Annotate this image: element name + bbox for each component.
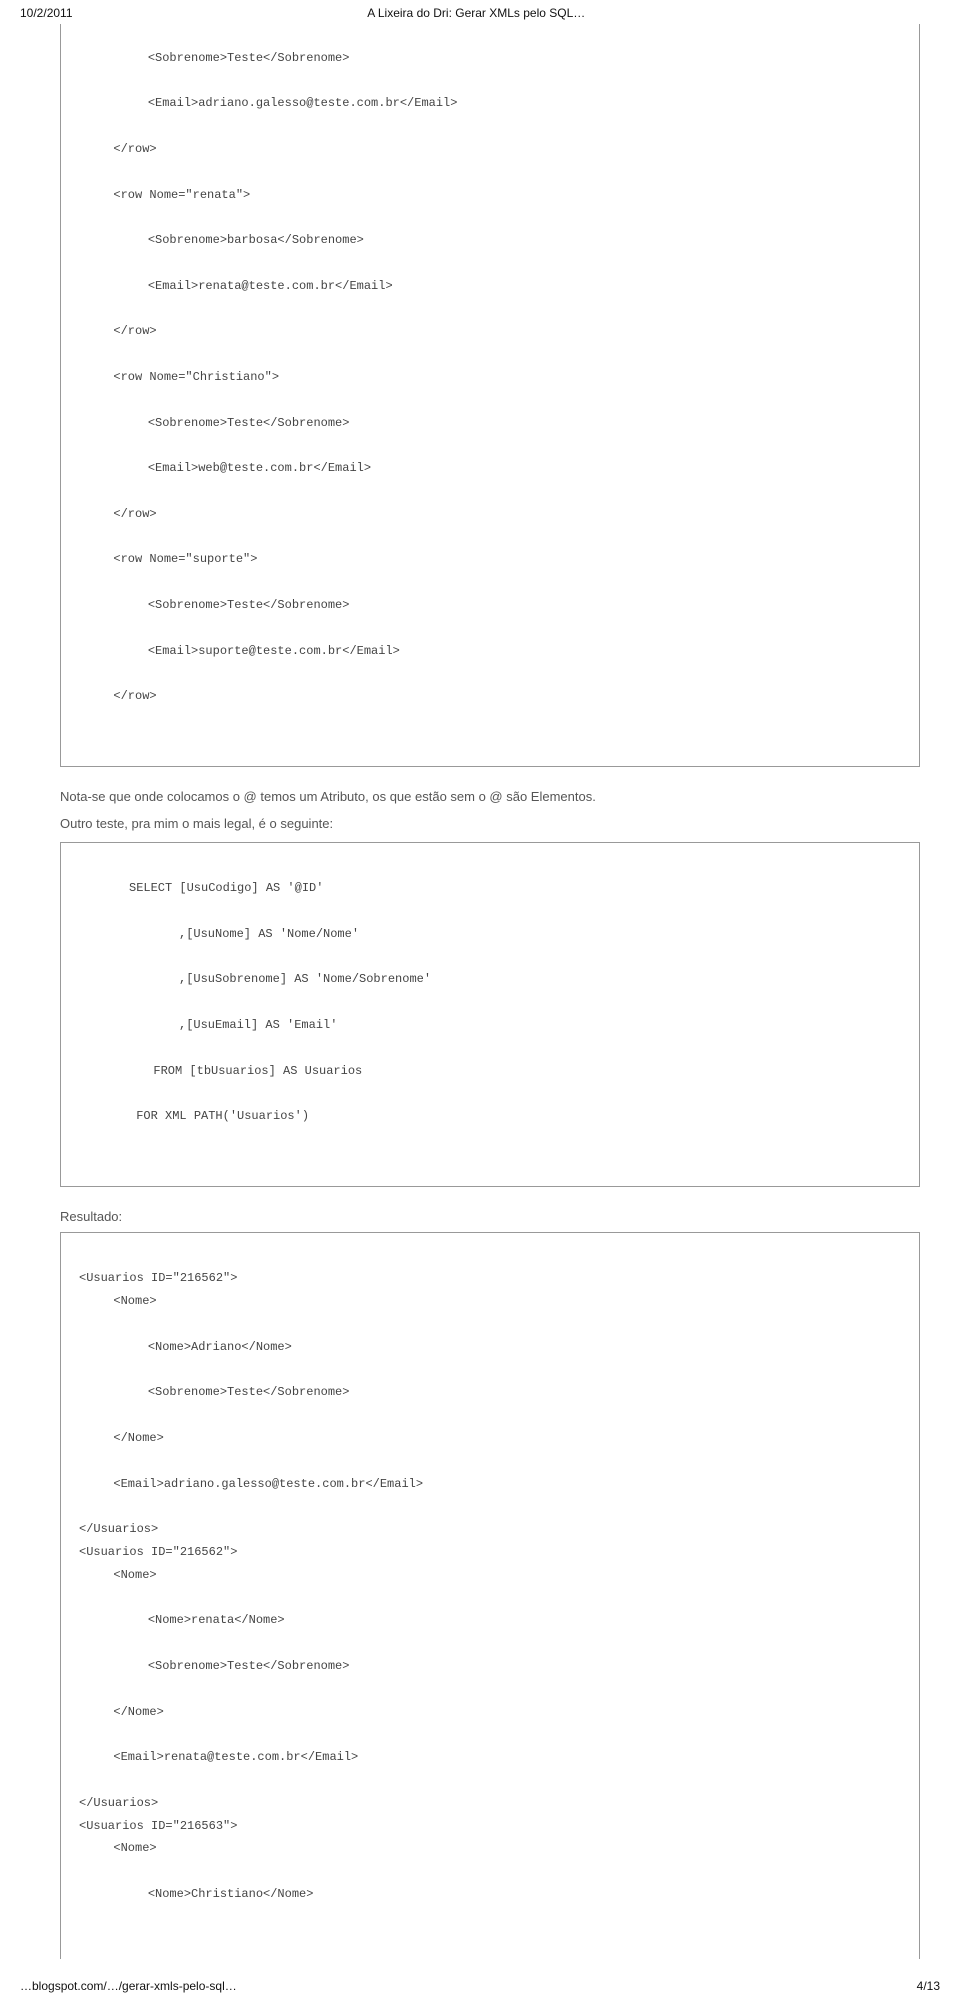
code-line: <Sobrenome>Teste</Sobrenome> (79, 1381, 901, 1404)
code-line: <Usuarios ID="216562"> (79, 1271, 237, 1285)
code-line: </row> (79, 320, 901, 343)
code-line: <Nome>Christiano</Nome> (79, 1883, 901, 1906)
code-line: <Email>adriano.galesso@teste.com.br</Ema… (79, 92, 901, 115)
code-line: ,[UsuEmail] AS 'Email' (79, 1014, 901, 1037)
code-line: <Sobrenome>Teste</Sobrenome> (79, 1655, 901, 1678)
page-footer: …blogspot.com/…/gerar-xmls-pelo-sql… 4/1… (20, 1979, 940, 1997)
header-title: A Lixeira do Dri: Gerar XMLs pelo SQL… (367, 6, 585, 20)
code-line: <Sobrenome>Teste</Sobrenome> (79, 412, 901, 435)
code-line: <Sobrenome>barbosa</Sobrenome> (79, 229, 901, 252)
code-line: </Usuarios> (79, 1796, 158, 1810)
code-line: <Email>adriano.galesso@teste.com.br</Ema… (79, 1473, 901, 1496)
code-block-xml-rows: <Sobrenome>Teste</Sobrenome> <Email>adri… (60, 24, 920, 767)
code-line: ,[UsuSobrenome] AS 'Nome/Sobrenome' (79, 968, 901, 991)
paragraph-outro: Outro teste, pra mim o mais legal, é o s… (60, 814, 920, 834)
code-line: </row> (79, 503, 901, 526)
code-line: <Nome> (79, 1564, 901, 1587)
code-line: </row> (79, 685, 901, 708)
code-line: </Usuarios> (79, 1522, 158, 1536)
code-line: </Nome> (79, 1701, 901, 1724)
paragraph-nota: Nota-se que onde colocamos o @ temos um … (60, 787, 920, 807)
code-line: </Nome> (79, 1427, 901, 1450)
page-header: 10/2/2011 A Lixeira do Dri: Gerar XMLs p… (20, 6, 940, 20)
footer-url: …blogspot.com/…/gerar-xmls-pelo-sql… (20, 1979, 237, 1993)
code-line: </row> (79, 138, 901, 161)
content-column: <Sobrenome>Teste</Sobrenome> <Email>adri… (60, 24, 920, 1959)
code-line: FOR XML PATH('Usuarios') (79, 1105, 901, 1128)
code-line: <row Nome="Christiano"> (79, 366, 901, 389)
header-spacer (880, 6, 940, 20)
code-line: <Sobrenome>Teste</Sobrenome> (79, 594, 901, 617)
code-line: <Usuarios ID="216563"> (79, 1819, 237, 1833)
code-line: <Email>renata@teste.com.br</Email> (79, 275, 901, 298)
code-line: <Sobrenome>Teste</Sobrenome> (79, 47, 901, 70)
code-line: <Nome>renata</Nome> (79, 1609, 901, 1632)
code-line: <Email>web@teste.com.br</Email> (79, 457, 901, 480)
code-line: ,[UsuNome] AS 'Nome/Nome' (79, 923, 901, 946)
code-line: <Nome> (79, 1837, 901, 1860)
code-line: <row Nome="suporte"> (79, 548, 901, 571)
footer-page: 4/13 (917, 1979, 940, 1993)
code-line: <Usuarios ID="216562"> (79, 1545, 237, 1559)
code-line: <Email>renata@teste.com.br</Email> (79, 1746, 901, 1769)
code-line: <row Nome="renata"> (79, 184, 901, 207)
code-line: SELECT [UsuCodigo] AS '@ID' (79, 877, 901, 900)
code-line: <Email>suporte@teste.com.br</Email> (79, 640, 901, 663)
code-line: <Nome>Adriano</Nome> (79, 1336, 901, 1359)
code-block-sql: SELECT [UsuCodigo] AS '@ID' ,[UsuNome] A… (60, 842, 920, 1187)
header-date: 10/2/2011 (20, 6, 73, 20)
code-block-result: <Usuarios ID="216562"> <Nome> <Nome>Adri… (60, 1232, 920, 1960)
code-line: FROM [tbUsuarios] AS Usuarios (79, 1060, 901, 1083)
result-label: Resultado: (60, 1209, 920, 1224)
code-line: <Nome> (79, 1290, 901, 1313)
